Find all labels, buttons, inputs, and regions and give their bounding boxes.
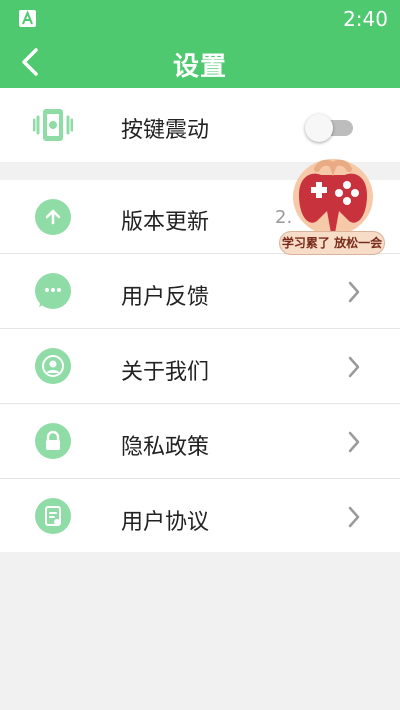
page-title: 设置 (172, 52, 227, 82)
phone-vibrate-icon (32, 107, 74, 143)
upload-arrow-icon (35, 199, 71, 235)
vibration-label: 按键震动 (121, 118, 210, 143)
status-time: 2:40 (343, 7, 388, 31)
document-icon (35, 498, 71, 534)
chevron-right-icon (348, 281, 360, 303)
about-us-row[interactable]: 关于我们 (0, 329, 400, 404)
version-update-label: 版本更新 (121, 210, 210, 235)
status-bar: 2:40 (0, 0, 400, 36)
about-us-label: 关于我们 (121, 360, 210, 385)
privacy-policy-label: 隐私政策 (121, 435, 210, 460)
user-agreement-row[interactable]: 用户协议 (0, 479, 400, 552)
game-badge-label: 学习累了 放松一会 (279, 231, 385, 255)
floating-game-badge[interactable]: 学习累了 放松一会 (279, 155, 389, 257)
toggle-knob (305, 114, 333, 142)
user-agreement-label: 用户协议 (121, 510, 210, 535)
app-a-icon (19, 10, 36, 27)
chevron-right-icon (348, 356, 360, 378)
lock-icon (35, 423, 71, 459)
title-bar: 设置 (0, 36, 400, 88)
chat-bubble-icon (35, 273, 71, 309)
chevron-right-icon (348, 506, 360, 528)
privacy-policy-row[interactable]: 隐私政策 (0, 404, 400, 479)
user-feedback-row[interactable]: 用户反馈 (0, 254, 400, 329)
vibration-toggle[interactable] (305, 114, 353, 142)
user-feedback-label: 用户反馈 (121, 285, 210, 310)
game-controller-icon (293, 159, 373, 235)
chevron-right-icon (348, 431, 360, 453)
user-profile-icon (35, 348, 71, 384)
